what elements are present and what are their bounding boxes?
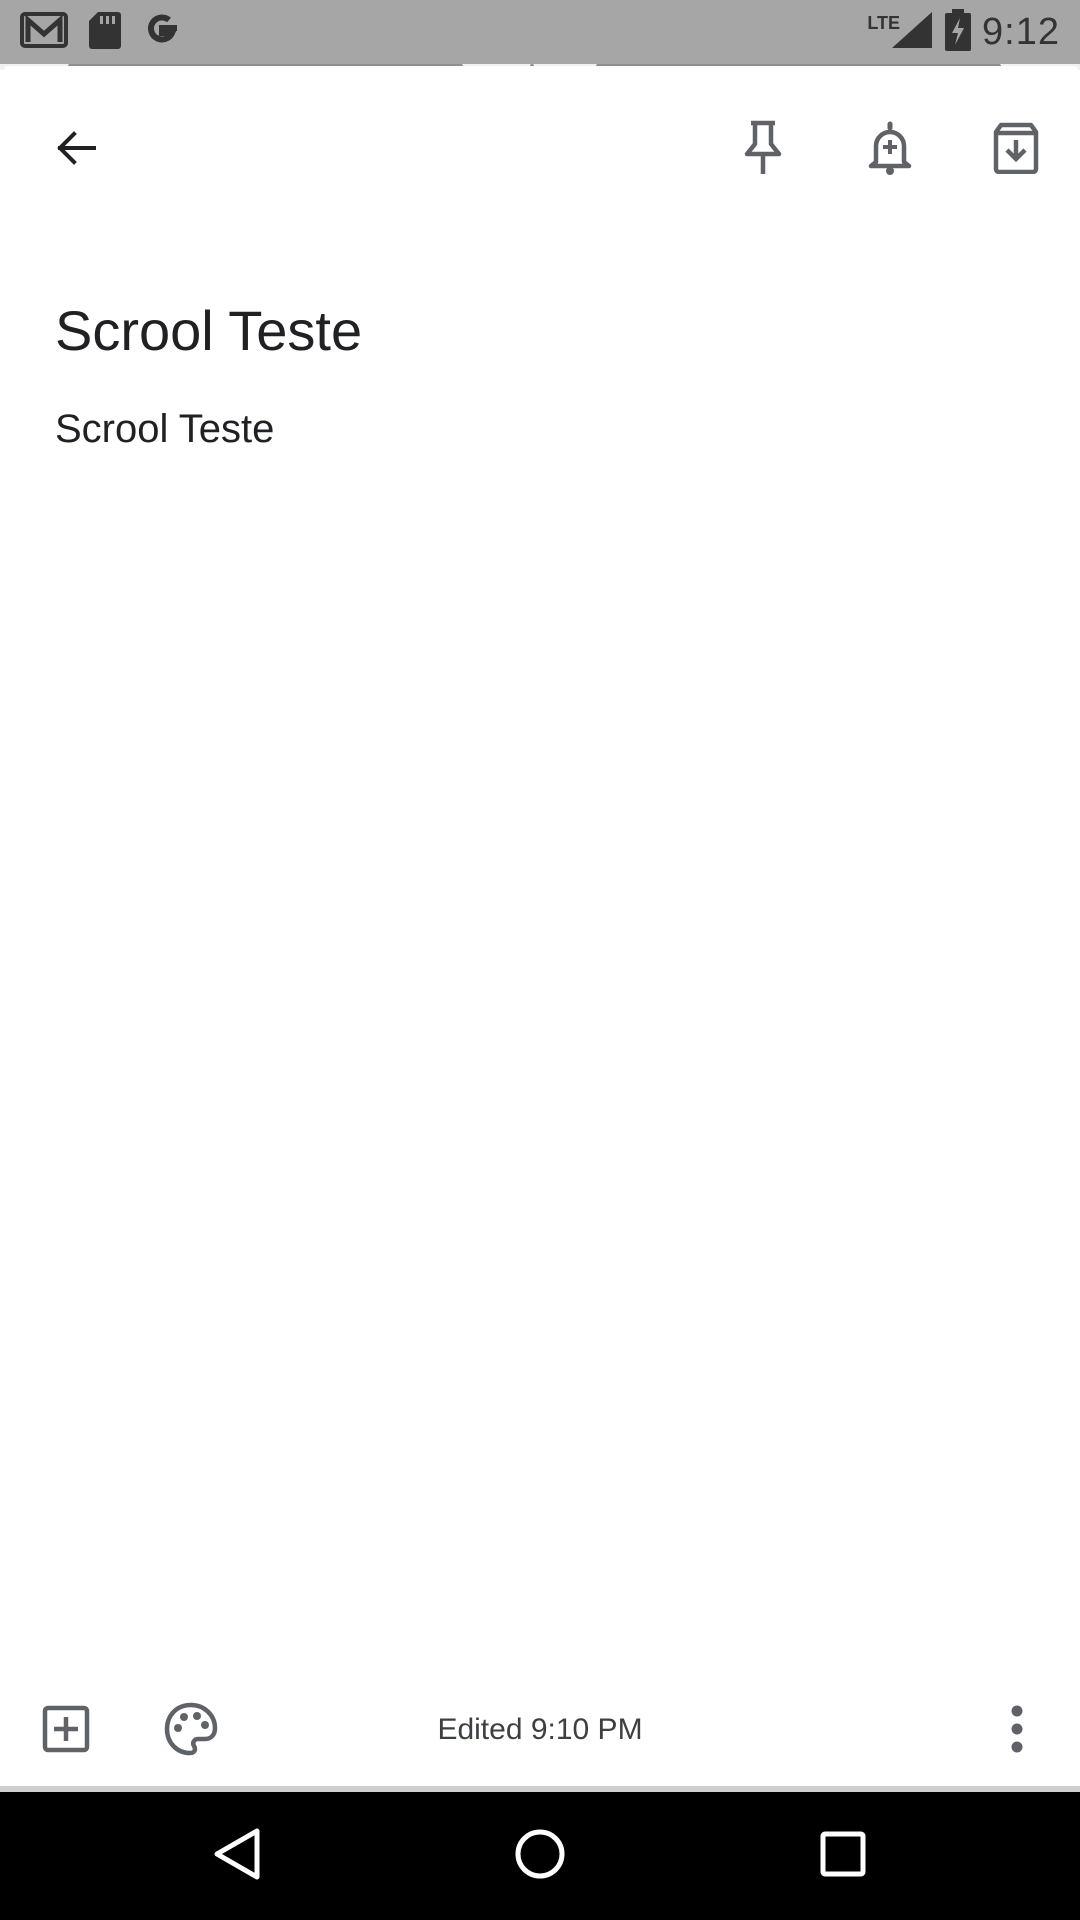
nav-back-button[interactable] [167,1792,307,1920]
edited-timestamp: Edited 9:10 PM [437,1713,643,1746]
nav-recents-icon [819,1830,867,1883]
back-button[interactable] [28,102,124,198]
pin-icon [741,120,785,181]
status-bar: LTE 9:12 [0,0,1080,64]
signal-icon [890,10,934,55]
sd-card-icon [88,10,122,55]
google-icon [142,10,182,55]
gmail-icon [20,10,68,55]
arrow-back-icon [52,124,100,177]
nav-back-icon [212,1827,262,1886]
archive-button[interactable] [968,102,1064,198]
more-options-button[interactable] [969,1683,1065,1779]
note-body[interactable]: Scrool Teste [55,407,274,452]
reminder-button[interactable] [842,102,938,198]
note-title[interactable]: Scrool Teste [55,298,362,363]
status-left-icons [20,0,182,64]
add-reminder-icon [866,120,914,181]
battery-charging-icon [944,8,972,56]
more-vert-icon [1009,1705,1025,1758]
nav-home-button[interactable] [470,1792,610,1920]
pin-button[interactable] [715,102,811,198]
status-time: 9:12 [982,10,1060,53]
nav-recents-button[interactable] [773,1792,913,1920]
archive-icon [990,122,1042,179]
nav-home-icon [514,1828,566,1885]
status-right: LTE 9:12 [867,0,1060,64]
navigation-bar [0,1792,1080,1920]
